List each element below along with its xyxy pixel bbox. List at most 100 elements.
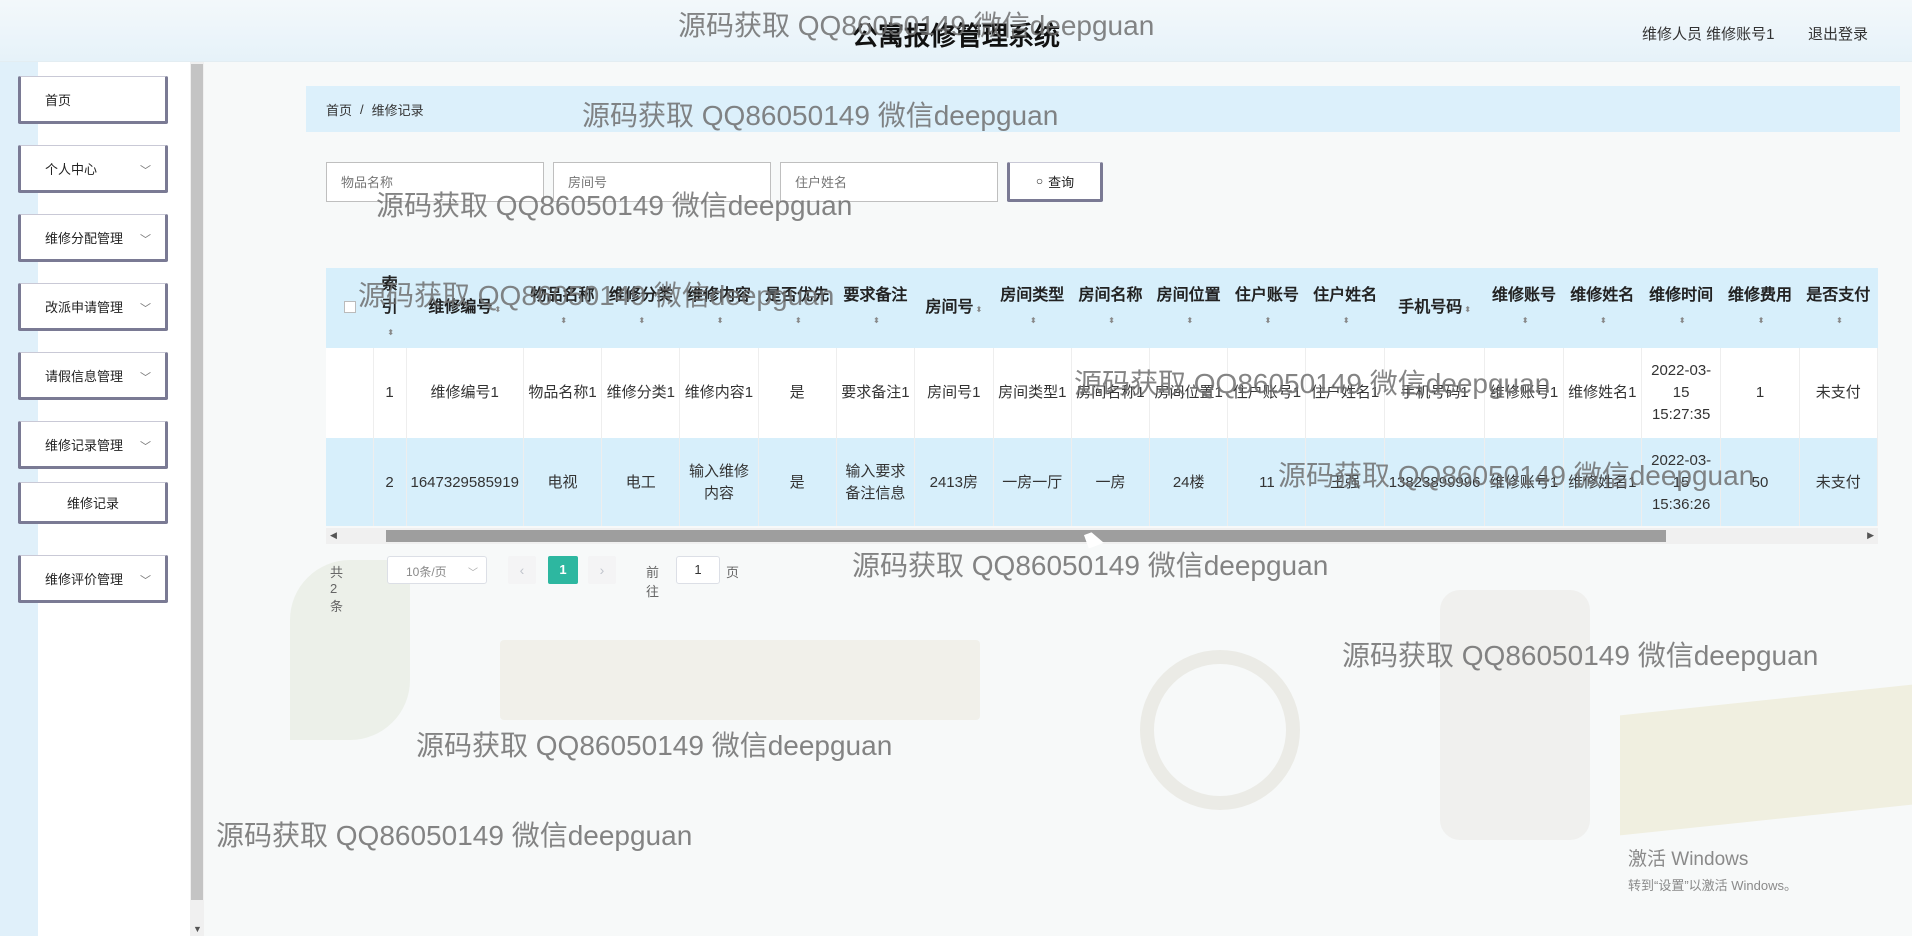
table-cell: 1: [1720, 348, 1800, 438]
table-cell: 住户账号1: [1227, 348, 1307, 438]
column-header[interactable]: 房间类型⬍: [993, 268, 1071, 348]
column-header[interactable]: 物品名称⬍: [523, 268, 601, 348]
sidebar-scrollbar[interactable]: ▼: [190, 62, 204, 936]
page-number-button[interactable]: 1: [548, 556, 578, 584]
table-scroll-thumb[interactable]: [386, 530, 1666, 542]
column-header[interactable]: 是否支付⬍: [1799, 268, 1877, 348]
sidebar-item-label: 维修评价管理: [45, 571, 124, 587]
sort-icon[interactable]: ⬍: [1343, 316, 1350, 325]
column-header[interactable]: 要求备注⬍: [836, 268, 914, 348]
sort-icon[interactable]: ⬍: [717, 316, 724, 325]
sidebar-item-repair-records-mgmt[interactable]: 维修记录管理 ﹀: [18, 421, 168, 469]
checkbox-icon[interactable]: [343, 300, 356, 313]
sidebar-item-repair-assignment[interactable]: 维修分配管理 ﹀: [18, 214, 168, 262]
room-number-input[interactable]: [553, 162, 771, 202]
search-button[interactable]: ○ 查询: [1007, 162, 1103, 202]
column-header[interactable]: 维修账号⬍: [1485, 268, 1563, 348]
column-header[interactable]: 维修费用⬍: [1721, 268, 1799, 348]
search-icon: ○: [1035, 174, 1044, 188]
resident-name-input[interactable]: [780, 162, 998, 202]
cup-decoration: [1140, 650, 1300, 810]
column-header[interactable]: 是否优先⬍: [758, 268, 836, 348]
chevron-down-icon: ﹀: [140, 372, 151, 384]
page-size-select[interactable]: 10条/页 ﹀: [387, 556, 487, 584]
current-user: 维修人员 维修账号1: [1642, 26, 1775, 43]
prev-page-button[interactable]: ‹: [508, 556, 536, 584]
column-header[interactable]: 维修时间⬍: [1641, 268, 1721, 348]
sort-icon[interactable]: ⬍: [1679, 316, 1686, 325]
sidebar-subitem-repair-records[interactable]: 维修记录: [18, 482, 168, 524]
sort-icon[interactable]: ⬍: [638, 316, 645, 325]
sidebar-item-personal-center[interactable]: 个人中心 ﹀: [18, 145, 168, 193]
sort-icon[interactable]: ⬍: [795, 316, 802, 325]
goto-page-input[interactable]: 1: [676, 556, 720, 584]
sidebar-scroll-thumb[interactable]: [191, 64, 203, 900]
breadcrumb: 首页 / 维修记录: [306, 86, 1900, 132]
sidebar-item-home[interactable]: 首页: [18, 76, 168, 124]
windows-activation-notice: 激活 Windows 转到“设置”以激活 Windows。: [1628, 844, 1797, 894]
next-page-button[interactable]: ›: [588, 556, 616, 584]
row-checkbox-cell[interactable]: [326, 348, 374, 438]
table-cell: 是: [758, 438, 837, 526]
scroll-right-arrow-icon[interactable]: ▶: [1867, 530, 1874, 541]
column-header[interactable]: 手机号码 ⬍: [1384, 268, 1485, 348]
column-header[interactable]: 维修编号 ⬍: [406, 268, 523, 348]
sidebar-item-repair-reviews[interactable]: 维修评价管理 ﹀: [18, 555, 168, 603]
bottle-decoration: [1440, 590, 1590, 840]
sidebar-item-reassign-requests[interactable]: 改派申请管理 ﹀: [18, 283, 168, 331]
chevron-down-icon: ﹀: [140, 303, 151, 315]
row-checkbox-cell[interactable]: [326, 438, 374, 526]
table-cell: 输入要求备注信息: [836, 438, 915, 526]
item-name-input[interactable]: [326, 162, 544, 202]
column-header[interactable]: 维修内容⬍: [680, 268, 758, 348]
sort-icon[interactable]: ⬍: [1464, 305, 1471, 314]
logout-link[interactable]: 退出登录: [1808, 23, 1868, 44]
table-cell: 住户姓名1: [1305, 348, 1385, 438]
page-size-value: 10条/页: [406, 565, 447, 579]
total-count: 共 2 条: [330, 565, 344, 614]
table-cell: 电视: [523, 438, 603, 526]
table-cell: 2022-03-15 15:36:26: [1641, 438, 1722, 526]
column-header[interactable]: 住户账号⬍: [1228, 268, 1306, 348]
activation-subtitle: 转到“设置”以激活 Windows。: [1628, 878, 1798, 893]
sort-icon[interactable]: ⬍: [1758, 316, 1765, 325]
table-cell: 物品名称1: [523, 348, 603, 438]
column-header[interactable]: 索引⬍: [373, 268, 406, 348]
sort-icon[interactable]: ⬍: [1186, 316, 1193, 325]
breadcrumb-home[interactable]: 首页: [326, 100, 352, 119]
column-header[interactable]: 房间位置⬍: [1150, 268, 1228, 348]
sort-icon[interactable]: ⬍: [1522, 316, 1529, 325]
table-cell: 2: [373, 438, 407, 526]
sort-icon[interactable]: ⬍: [387, 328, 394, 337]
table-cell: 维修账号1: [1484, 348, 1564, 438]
sidebar-item-leave-info[interactable]: 请假信息管理 ﹀: [18, 352, 168, 400]
column-header[interactable]: 维修姓名⬍: [1563, 268, 1641, 348]
column-header[interactable]: 维修分类⬍: [602, 268, 680, 348]
goto-suffix: 页: [726, 565, 740, 580]
select-all-checkbox[interactable]: [326, 268, 373, 348]
table-row[interactable]: 2 1647329585919 电视 电工 输入维修内容是输入要求备注信息 2413房 一房…: [326, 438, 1878, 526]
scroll-left-arrow-icon[interactable]: ◀: [330, 530, 337, 541]
sort-icon[interactable]: ⬍: [1108, 316, 1115, 325]
top-header: 公寓报修管理系统 维修人员 维修账号1 退出登录: [0, 0, 1912, 62]
column-header[interactable]: 住户姓名⬍: [1306, 268, 1384, 348]
sort-icon[interactable]: ⬍: [1265, 316, 1272, 325]
sidebar-item-label: 维修记录: [66, 495, 119, 511]
column-header[interactable]: 房间号 ⬍: [914, 268, 993, 348]
scroll-down-arrow-icon[interactable]: ▼: [193, 924, 202, 934]
table-cell: 11: [1227, 438, 1307, 526]
chevron-down-icon: ﹀: [140, 441, 151, 453]
table-cell: 房间号1: [914, 348, 994, 438]
sort-icon[interactable]: ⬍: [975, 305, 982, 314]
table-cell: 维修姓名1: [1563, 438, 1642, 526]
sort-icon[interactable]: ⬍: [560, 316, 567, 325]
sort-icon[interactable]: ⬍: [1600, 316, 1607, 325]
table-row[interactable]: 1 维修编号1 物品名称1 维修分类1 维修内容1 是要求备注1 房间号1 房间类型1 房间名称…: [326, 348, 1878, 438]
sort-icon[interactable]: ⬍: [1836, 316, 1843, 325]
chevron-down-icon: ﹀: [140, 234, 151, 246]
sort-icon[interactable]: ⬍: [1030, 316, 1037, 325]
table-cell: 手机号码1: [1384, 348, 1486, 438]
sort-icon[interactable]: ⬍: [494, 305, 501, 314]
sort-icon[interactable]: ⬍: [873, 316, 880, 325]
column-header[interactable]: 房间名称⬍: [1071, 268, 1149, 348]
